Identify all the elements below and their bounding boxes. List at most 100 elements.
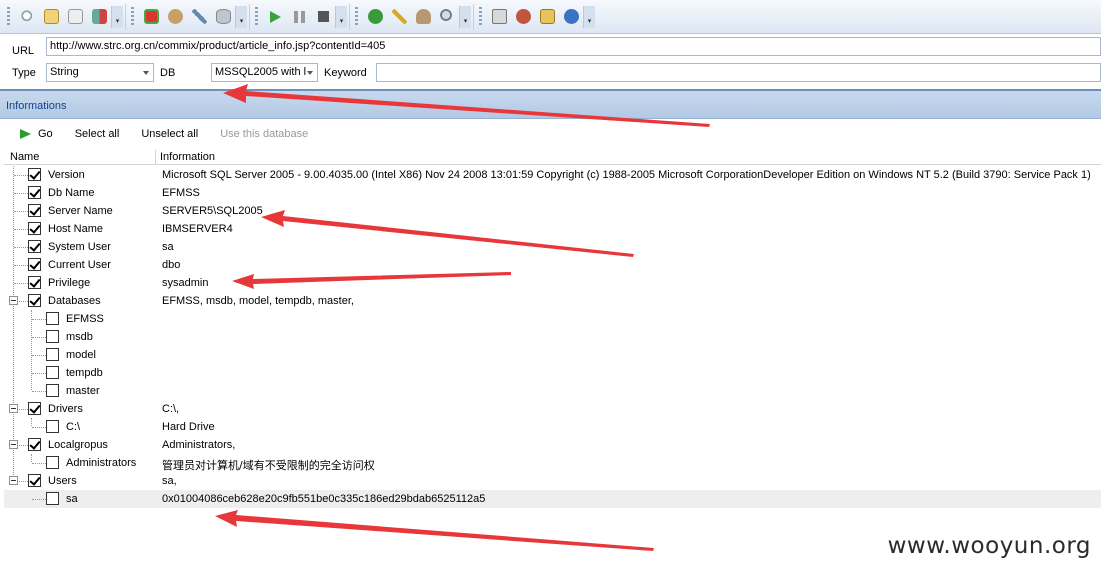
row-checkbox[interactable] [28, 258, 41, 271]
row-value: Microsoft SQL Server 2005 - 9.00.4035.00… [162, 169, 1091, 181]
tree-guide [32, 355, 46, 356]
tree-row[interactable]: Current User dbo [4, 256, 1101, 274]
row-name: Users [48, 475, 77, 487]
package-icon[interactable] [536, 6, 558, 28]
chevron-down-icon[interactable]: ▾ [335, 5, 347, 28]
row-name: Drivers [48, 403, 83, 415]
tree-row[interactable]: Drivers C:\, [4, 400, 1101, 418]
use-database-button[interactable]: Use this database [220, 128, 308, 140]
row-checkbox[interactable] [46, 348, 59, 361]
column-divider[interactable] [155, 150, 156, 164]
user-icon[interactable] [412, 6, 434, 28]
tree-row[interactable]: Users sa, [4, 472, 1101, 490]
row-name: EFMSS [66, 313, 104, 325]
tree-guide [32, 427, 46, 428]
row-checkbox[interactable] [28, 402, 41, 415]
column-information[interactable]: Information [160, 151, 215, 163]
notepad-icon[interactable] [40, 6, 62, 28]
tree-row[interactable]: msdb [4, 328, 1101, 346]
tree-row[interactable]: Localgropus Administrators, [4, 436, 1101, 454]
tree-row[interactable]: tempdb [4, 364, 1101, 382]
row-name: System User [48, 241, 111, 253]
keyword-input[interactable] [376, 63, 1101, 82]
tree-row[interactable]: model [4, 346, 1101, 364]
toolbar-grip[interactable] [131, 6, 134, 27]
page-icon[interactable] [64, 6, 86, 28]
url-input[interactable]: http://www.strc.org.cn/commix/product/ar… [46, 37, 1101, 56]
row-checkbox[interactable] [46, 456, 59, 469]
collapse-icon[interactable] [9, 476, 18, 485]
tree-guide [14, 175, 28, 176]
row-checkbox[interactable] [46, 366, 59, 379]
tree-row[interactable]: System User sa [4, 238, 1101, 256]
chevron-down-icon[interactable]: ▾ [459, 5, 471, 28]
row-checkbox[interactable] [46, 330, 59, 343]
chevron-down-icon[interactable]: ▾ [235, 5, 247, 28]
tree-row[interactable]: Administrators 管理员对计算机/域有不受限制的完全访问权 [4, 454, 1101, 472]
row-value: 0x01004086ceb628e20c9fb551be0c335c186ed2… [162, 493, 486, 505]
search-icon[interactable] [16, 6, 38, 28]
unselect-all-button[interactable]: Unselect all [141, 128, 198, 140]
row-value: EFMSS, msdb, model, tempdb, master, [162, 295, 354, 307]
tree-row[interactable]: Db Name EFMSS [4, 184, 1101, 202]
tree-row[interactable]: EFMSS [4, 310, 1101, 328]
row-checkbox[interactable] [28, 438, 41, 451]
home-icon[interactable] [488, 6, 510, 28]
info-icon[interactable] [560, 6, 582, 28]
play-icon[interactable] [264, 6, 286, 28]
database-icon[interactable] [212, 6, 234, 28]
row-checkbox[interactable] [28, 168, 41, 181]
row-checkbox[interactable] [28, 294, 41, 307]
tools-icon[interactable] [164, 6, 186, 28]
tree-row[interactable]: master [4, 382, 1101, 400]
tree-row[interactable]: Privilege sysadmin [4, 274, 1101, 292]
row-checkbox[interactable] [46, 384, 59, 397]
tree-row[interactable]: Version Microsoft SQL Server 2005 - 9.00… [4, 166, 1101, 184]
row-checkbox[interactable] [28, 204, 41, 217]
row-checkbox[interactable] [28, 276, 41, 289]
chevron-down-icon[interactable]: ▾ [111, 5, 123, 28]
tree-row[interactable]: C:\ Hard Drive [4, 418, 1101, 436]
toolbar-grip[interactable] [355, 6, 358, 27]
collapse-icon[interactable] [9, 296, 18, 305]
collapse-icon[interactable] [9, 404, 18, 413]
go-button[interactable]: Go [20, 128, 53, 140]
row-checkbox[interactable] [28, 240, 41, 253]
exit-icon[interactable] [88, 6, 110, 28]
stop-icon[interactable] [312, 6, 334, 28]
tree-row[interactable]: Host Name IBMSERVER4 [4, 220, 1101, 238]
toolbar-group-help: ▾ [361, 3, 474, 30]
tree-guide [19, 301, 28, 302]
tree-guide [32, 319, 46, 320]
tree-guide [19, 445, 28, 446]
bug-icon[interactable] [512, 6, 534, 28]
row-value: 管理员对计算机/域有不受限制的完全访问权 [162, 459, 375, 472]
collapse-icon[interactable] [9, 440, 18, 449]
pause-icon[interactable] [288, 6, 310, 28]
magnify-icon[interactable] [436, 6, 458, 28]
wrench-icon[interactable] [188, 6, 210, 28]
column-name[interactable]: Name [10, 151, 39, 163]
chevron-down-icon[interactable]: ▾ [583, 5, 595, 28]
select-all-button[interactable]: Select all [75, 128, 120, 140]
row-checkbox[interactable] [46, 492, 59, 505]
tree-row-selected[interactable]: sa 0x01004086ceb628e20c9fb551be0c335c186… [4, 490, 1101, 508]
target-form: URL http://www.strc.org.cn/commix/produc… [0, 34, 1101, 89]
key-icon[interactable] [388, 6, 410, 28]
row-checkbox[interactable] [46, 312, 59, 325]
db-select[interactable]: MSSQL2005 with l [211, 63, 318, 82]
row-checkbox[interactable] [28, 186, 41, 199]
toolbar-grip[interactable] [479, 6, 482, 27]
row-checkbox[interactable] [28, 474, 41, 487]
toolbar-grip[interactable] [7, 6, 10, 27]
tree-guide [32, 463, 46, 464]
tree-guide [32, 373, 46, 374]
toolbar-grip[interactable] [255, 6, 258, 27]
tree-row[interactable]: Server Name SERVER5\SQL2005 [4, 202, 1101, 220]
tag-icon[interactable] [140, 6, 162, 28]
row-checkbox[interactable] [28, 222, 41, 235]
type-select[interactable]: String [46, 63, 154, 82]
help-icon[interactable] [364, 6, 386, 28]
tree-row[interactable]: Databases EFMSS, msdb, model, tempdb, ma… [4, 292, 1101, 310]
row-checkbox[interactable] [46, 420, 59, 433]
